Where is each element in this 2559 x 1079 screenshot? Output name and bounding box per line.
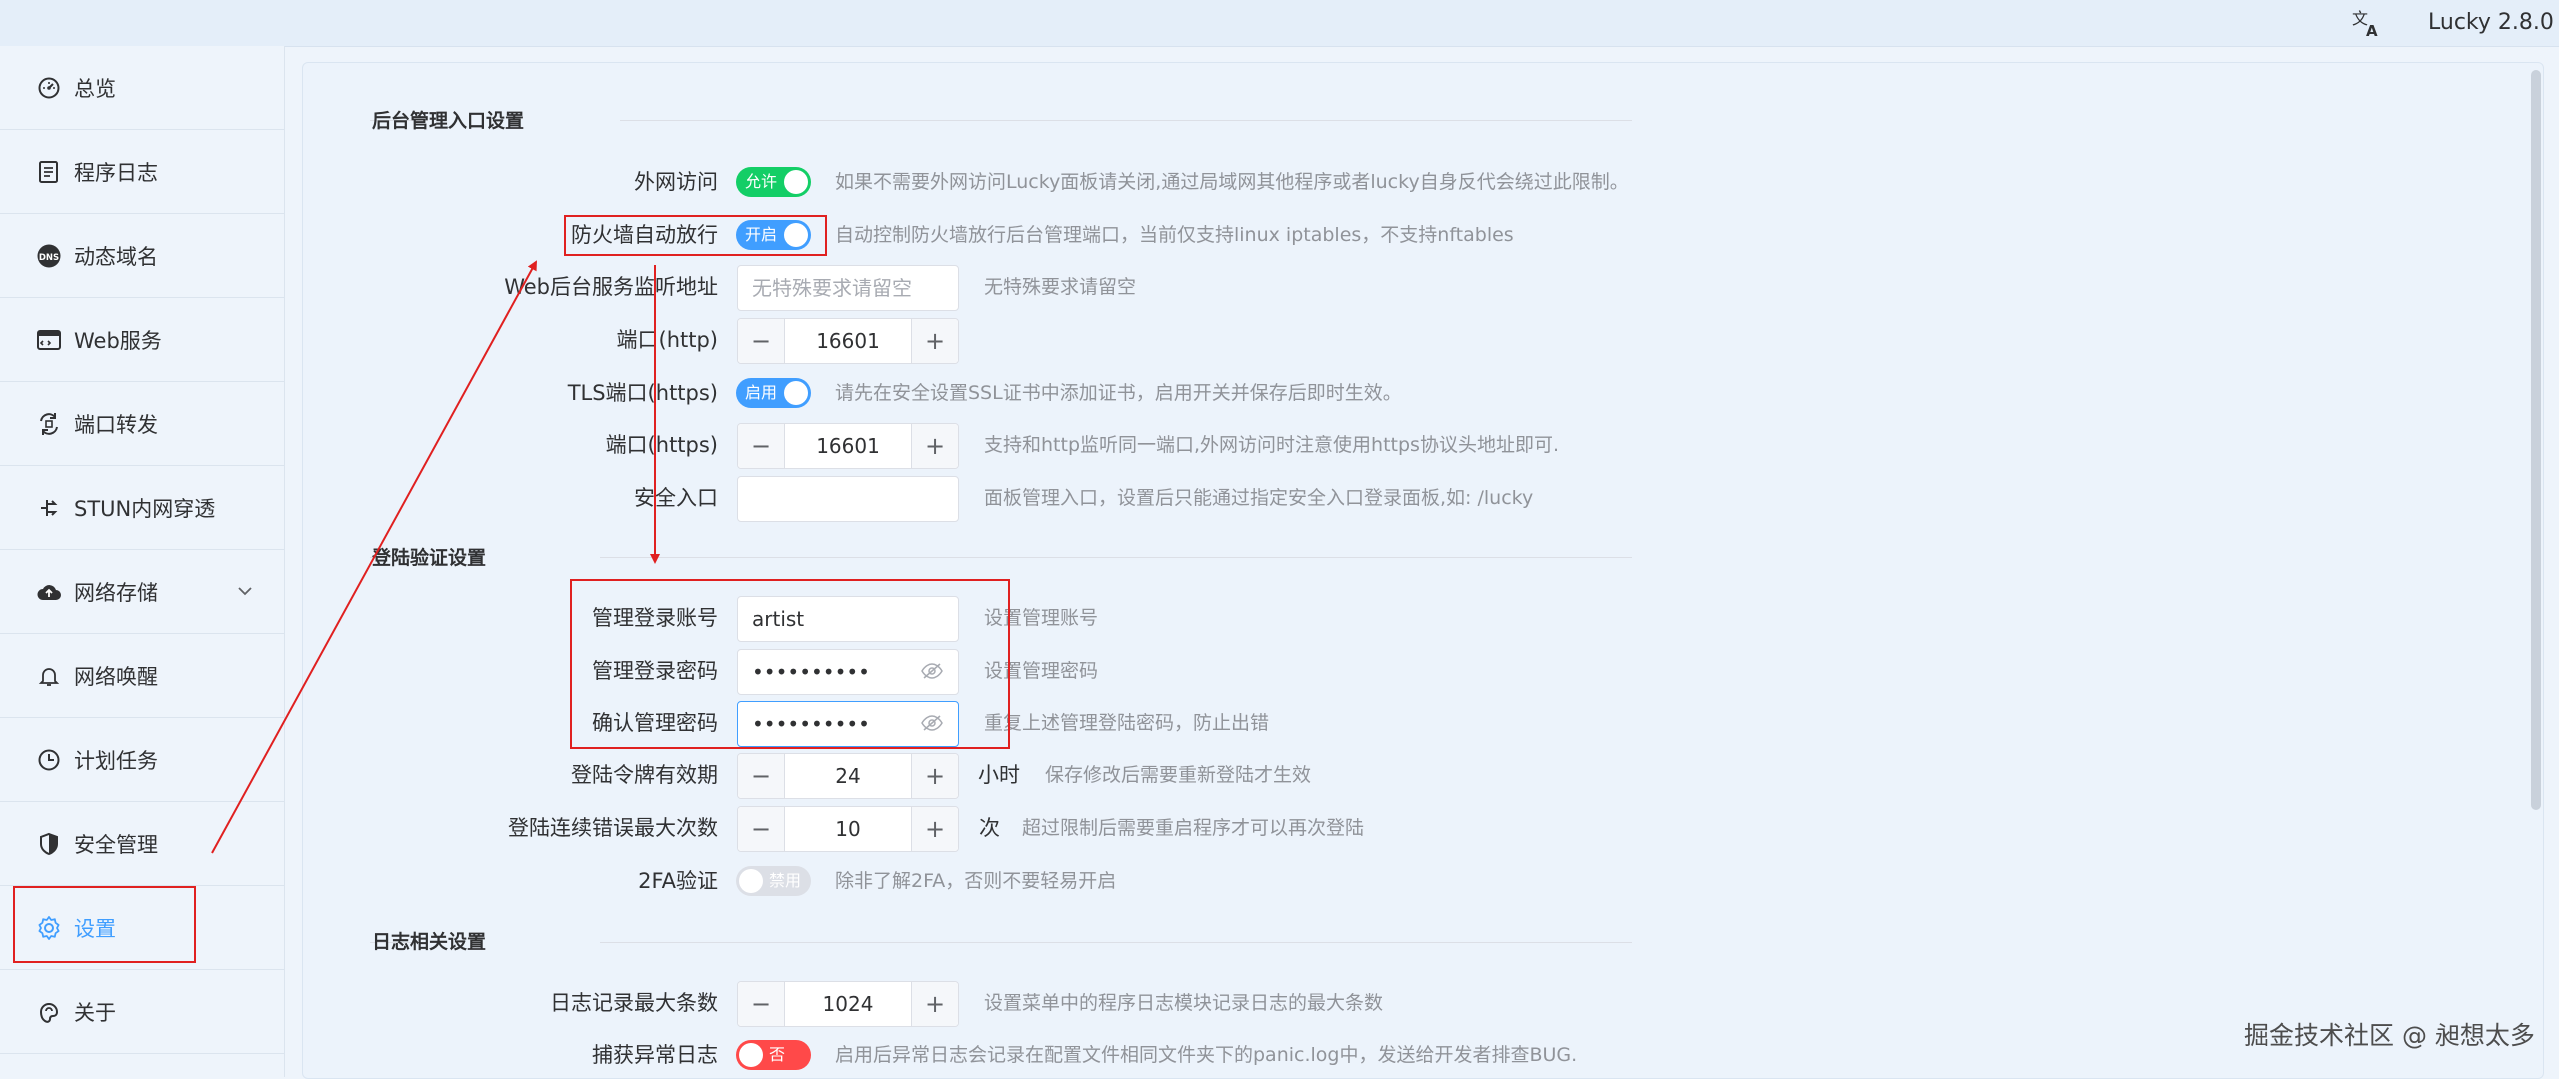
- row-tls-port: TLS端口(https) 启用 请先在安全设置SSL证书中添加证书，启用开关并保…: [0, 371, 2559, 415]
- stepper-value[interactable]: 24: [785, 754, 911, 798]
- section-title-admin: 后台管理入口设置: [372, 110, 525, 132]
- section-divider: [600, 942, 1632, 943]
- external-access-switch[interactable]: 允许: [736, 167, 811, 197]
- row-token-ttl: 登陆令牌有效期 − 24 + 小时 保存修改后需要重新登陆才生效: [0, 753, 2559, 799]
- sidebar-item-label: 总览: [74, 76, 116, 101]
- row-account: 管理登录账号 设置管理账号: [0, 596, 2559, 642]
- field-hint: 面板管理入口，设置后只能通过指定安全入口登录面板,如: /lucky: [984, 487, 1534, 509]
- field-hint: 重复上述管理登陆密码，防止出错: [984, 712, 1270, 734]
- row-log-max: 日志记录最大条数 − 1024 + 设置菜单中的程序日志模块记录日志的最大条数: [0, 981, 2559, 1027]
- row-external-access: 外网访问 允许 如果不需要外网访问Lucky面板请关闭,通过局域网其他程序或者l…: [0, 160, 2559, 204]
- switch-text: 禁用: [769, 871, 802, 890]
- field-hint: 如果不需要外网访问Lucky面板请关闭,通过局域网其他程序或者lucky自身反代…: [835, 171, 1629, 193]
- field-hint: 保存修改后需要重新登陆才生效: [1045, 764, 1312, 786]
- token-ttl-stepper[interactable]: − 24 +: [737, 753, 959, 799]
- row-http-port: 端口(http) − 16601 +: [0, 318, 2559, 364]
- row-confirm-password: 确认管理密码 重复上述管理登陆密码，防止出错: [0, 701, 2559, 747]
- stepper-value[interactable]: 10: [785, 807, 911, 851]
- annotation-box-login: [570, 579, 1010, 749]
- field-label: TLS端口(https): [567, 381, 718, 405]
- listen-address-input[interactable]: [737, 265, 959, 311]
- field-hint: 自动控制防火墙放行后台管理端口，当前仅支持linux iptables，不支持n…: [835, 224, 1514, 246]
- decrement-button[interactable]: −: [738, 982, 785, 1026]
- section-title-login: 登陆验证设置: [372, 547, 487, 569]
- field-hint: 支持和http监听同一端口,外网访问时注意使用https协议头地址即可.: [984, 434, 1559, 456]
- increment-button[interactable]: +: [911, 319, 958, 363]
- row-2fa: 2FA验证 禁用 除非了解2FA，否则不要轻易开启: [0, 859, 2559, 903]
- twofa-switch[interactable]: 禁用: [736, 866, 811, 896]
- unit-label: 次: [979, 816, 1000, 840]
- stepper-value[interactable]: 16601: [785, 424, 911, 468]
- log-max-stepper[interactable]: − 1024 +: [737, 981, 959, 1027]
- decrement-button[interactable]: −: [738, 424, 785, 468]
- row-firewall: 防火墙自动放行 开启 自动控制防火墙放行后台管理端口，当前仅支持linux ip…: [0, 213, 2559, 257]
- max-errors-stepper[interactable]: − 10 +: [737, 806, 959, 852]
- section-divider: [600, 557, 1632, 558]
- switch-knob: [739, 869, 763, 893]
- section-title-log: 日志相关设置: [372, 931, 487, 953]
- app-version: Lucky 2.8.0: [2428, 10, 2554, 35]
- switch-knob: [784, 381, 808, 405]
- increment-button[interactable]: +: [911, 754, 958, 798]
- svg-text:A: A: [2366, 22, 2378, 40]
- tls-switch[interactable]: 启用: [736, 378, 811, 408]
- field-label: 2FA验证: [638, 869, 718, 893]
- field-hint: 除非了解2FA，否则不要轻易开启: [835, 870, 1117, 892]
- annotation-box-settings: [13, 886, 196, 963]
- switch-text: 否: [769, 1045, 786, 1064]
- field-hint: 设置菜单中的程序日志模块记录日志的最大条数: [984, 992, 1384, 1014]
- switch-text: 允许: [745, 172, 778, 191]
- section-divider: [620, 120, 1632, 121]
- field-hint: 超过限制后需要重启程序才可以再次登陆: [1022, 817, 1365, 839]
- translate-icon[interactable]: 文 A: [2350, 6, 2384, 40]
- field-hint: 无特殊要求请留空: [984, 276, 1137, 298]
- switch-knob: [784, 170, 808, 194]
- field-label: 登陆令牌有效期: [571, 763, 718, 787]
- row-panic-log: 捕获异常日志 否 启用后异常日志会记录在配置文件相同文件夹下的panic.log…: [0, 1033, 2559, 1077]
- panic-log-switch[interactable]: 否: [736, 1040, 811, 1070]
- row-listen-addr: Web后台服务监听地址 无特殊要求请留空: [0, 265, 2559, 311]
- http-port-stepper[interactable]: − 16601 +: [737, 318, 959, 364]
- watermark: 掘金技术社区 @ 昶想太多: [2244, 1021, 2535, 1050]
- switch-knob: [739, 1043, 763, 1067]
- row-https-port: 端口(https) − 16601 + 支持和http监听同一端口,外网访问时注…: [0, 423, 2559, 469]
- increment-button[interactable]: +: [911, 807, 958, 851]
- field-label: 端口(https): [605, 433, 718, 457]
- annotation-box-firewall: [564, 215, 827, 256]
- decrement-button[interactable]: −: [738, 807, 785, 851]
- field-label: 日志记录最大条数: [550, 991, 718, 1015]
- field-hint: 请先在安全设置SSL证书中添加证书，启用开关并保存后即时生效。: [835, 382, 1402, 404]
- switch-text: 启用: [745, 383, 778, 402]
- decrement-button[interactable]: −: [738, 319, 785, 363]
- field-label: 外网访问: [634, 170, 718, 194]
- increment-button[interactable]: +: [911, 424, 958, 468]
- unit-label: 小时: [978, 763, 1020, 787]
- increment-button[interactable]: +: [911, 982, 958, 1026]
- field-label: 安全入口: [634, 486, 718, 510]
- field-label: 端口(http): [616, 328, 719, 352]
- decrement-button[interactable]: −: [738, 754, 785, 798]
- sidebar-item-overview[interactable]: 总览: [0, 46, 284, 130]
- https-port-stepper[interactable]: − 16601 +: [737, 423, 959, 469]
- row-max-errors: 登陆连续错误最大次数 − 10 + 次 超过限制后需要重启程序才可以再次登陆: [0, 806, 2559, 852]
- stepper-value[interactable]: 16601: [785, 319, 911, 363]
- field-label: 捕获异常日志: [592, 1043, 718, 1067]
- top-bar: 文 A Lucky 2.8.0: [0, 0, 2559, 47]
- row-safe-entry: 安全入口 面板管理入口，设置后只能通过指定安全入口登录面板,如: /lucky: [0, 476, 2559, 522]
- field-label: Web后台服务监听地址: [504, 275, 718, 299]
- row-password: 管理登录密码 设置管理密码: [0, 649, 2559, 695]
- field-hint: 启用后异常日志会记录在配置文件相同文件夹下的panic.log中，发送给开发者排…: [835, 1044, 1578, 1066]
- safe-entry-input[interactable]: [737, 476, 959, 522]
- dashboard-icon: [34, 73, 64, 103]
- field-label: 登陆连续错误最大次数: [508, 816, 718, 840]
- stepper-value[interactable]: 1024: [785, 982, 911, 1026]
